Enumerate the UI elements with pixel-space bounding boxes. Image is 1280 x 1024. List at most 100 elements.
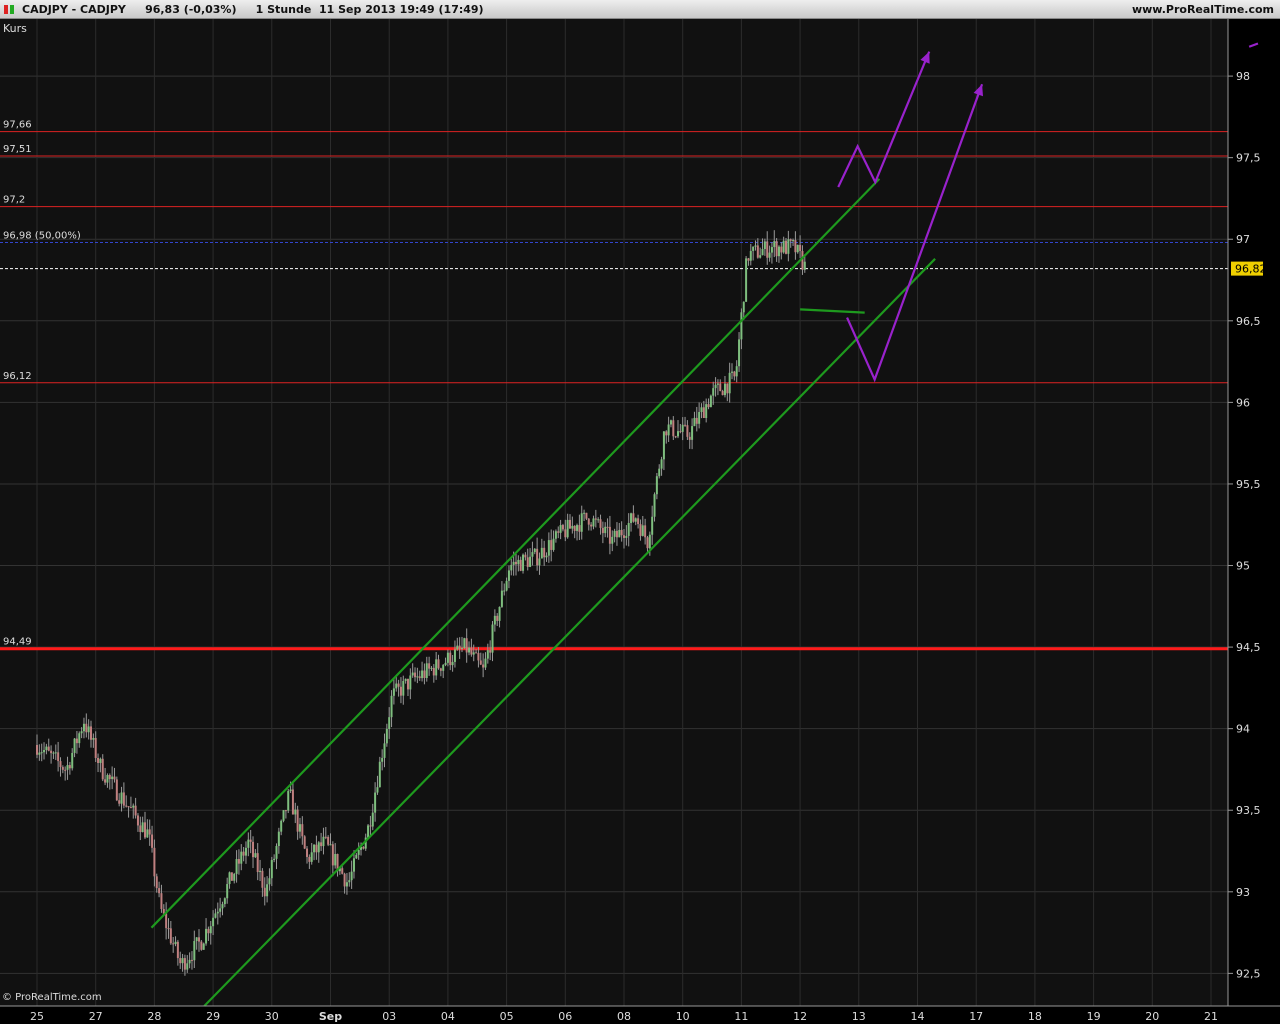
- candle-body: [564, 529, 567, 538]
- candle-body: [36, 744, 38, 755]
- candle-body: [371, 812, 374, 827]
- y-tick-label: 97,5: [1236, 152, 1261, 165]
- candle-body: [695, 417, 698, 424]
- candle-body: [709, 395, 712, 408]
- candle-body: [723, 383, 726, 396]
- candle-body: [327, 836, 330, 845]
- candle-body: [277, 831, 280, 847]
- candle-body: [512, 561, 515, 565]
- y-tick-label: 94: [1236, 723, 1250, 736]
- candle-body: [151, 834, 154, 848]
- candle-body: [120, 792, 123, 804]
- level-label: 97,66: [3, 120, 32, 131]
- x-tick-label: 18: [1028, 1010, 1042, 1023]
- candle-body: [557, 531, 560, 533]
- candle-body: [254, 853, 257, 858]
- candle-body: [571, 525, 574, 529]
- candle-body: [186, 963, 189, 970]
- y-tick-label: 93: [1236, 886, 1250, 899]
- green-marker-icon: [10, 5, 14, 14]
- candle-body: [385, 728, 388, 744]
- candle-body: [317, 842, 320, 853]
- candle-body: [796, 244, 799, 253]
- level-label: 96,98 (50,00%): [3, 231, 81, 242]
- candle-body: [766, 241, 769, 258]
- candle-body: [714, 384, 717, 389]
- candle-body: [383, 743, 386, 758]
- candle-body: [458, 645, 461, 649]
- candle-body: [639, 524, 642, 536]
- candle-body: [205, 928, 208, 944]
- candle-body: [301, 824, 304, 837]
- candle-body: [759, 255, 762, 258]
- candle-body: [134, 805, 137, 816]
- level-label: 94,49: [3, 637, 32, 648]
- candle-body: [167, 928, 170, 930]
- candle-body: [604, 526, 607, 534]
- candle-body: [200, 941, 203, 950]
- candle-body: [662, 431, 665, 460]
- candle-body: [479, 660, 482, 665]
- candle-body: [566, 519, 569, 538]
- candle-body: [425, 663, 428, 678]
- price-chart[interactable]: 97,66 97,51 97,2 96,98 (50,00%) 96,12 94,49 9…: [0, 19, 1280, 1024]
- candle-body: [655, 476, 658, 495]
- candle-body: [306, 848, 309, 857]
- candle-body: [700, 407, 703, 413]
- candle-body: [68, 765, 71, 769]
- candle-body: [782, 240, 785, 253]
- candle-body: [348, 880, 351, 883]
- candle-body: [763, 241, 766, 249]
- candle-body: [202, 943, 205, 950]
- x-tick-label: 30: [265, 1010, 279, 1023]
- candle-body: [291, 789, 294, 815]
- candle-body: [78, 733, 81, 744]
- candle-body: [550, 540, 553, 550]
- candle-body: [294, 809, 297, 815]
- candle-body: [519, 559, 522, 571]
- candle-body: [517, 559, 520, 565]
- candle-body: [66, 765, 69, 770]
- site-link[interactable]: www.ProRealTime.com: [1132, 3, 1274, 16]
- candle-body: [40, 752, 43, 754]
- candle-body: [148, 829, 151, 835]
- candle-body: [545, 555, 548, 558]
- candle-body: [777, 246, 780, 257]
- candle-body: [209, 926, 212, 934]
- candle-body: [92, 738, 95, 740]
- candle-body: [313, 844, 316, 853]
- candle-body: [303, 836, 306, 849]
- candle-body: [310, 852, 313, 862]
- y-tick-label: 94,5: [1236, 641, 1261, 654]
- candle-body: [280, 820, 283, 832]
- y-tick-label: 97: [1236, 233, 1250, 246]
- x-tick-label: 10: [676, 1010, 690, 1023]
- candle-body: [716, 383, 719, 385]
- candle-body: [721, 390, 724, 396]
- candle-body: [176, 941, 179, 959]
- candle-body: [331, 844, 334, 866]
- candle-body: [707, 404, 710, 408]
- candle-body: [240, 851, 243, 864]
- candle-body: [620, 529, 623, 536]
- candle-body: [71, 752, 74, 769]
- candle-body: [648, 534, 651, 549]
- candle-body: [674, 436, 677, 438]
- candle-body: [289, 789, 292, 792]
- candle-body: [183, 958, 186, 970]
- candle-body: [369, 825, 372, 827]
- candle-body: [641, 525, 644, 536]
- candle-body: [104, 779, 107, 783]
- candle-body: [634, 518, 637, 522]
- candle-body: [484, 658, 487, 668]
- candle-body: [52, 752, 55, 754]
- x-tick-label: 28: [147, 1010, 161, 1023]
- candle-body: [672, 420, 675, 437]
- candle-body: [230, 872, 233, 881]
- candle-body: [284, 810, 287, 812]
- candle-body: [463, 638, 466, 648]
- candle-body: [435, 659, 438, 676]
- candle-body: [212, 917, 215, 927]
- candle-body: [160, 893, 163, 909]
- candle-body: [580, 513, 583, 532]
